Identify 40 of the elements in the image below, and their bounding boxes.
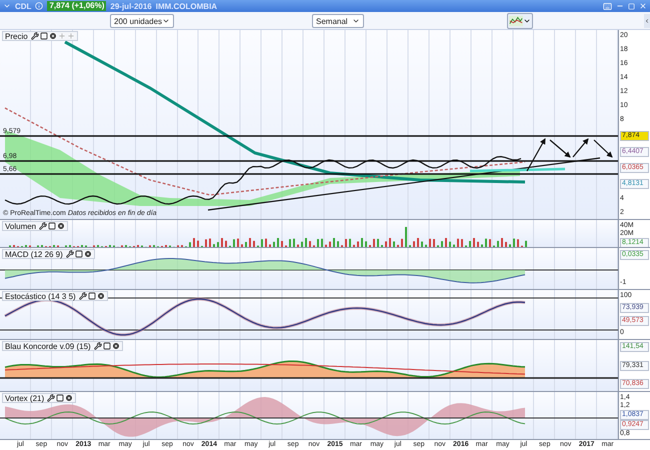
- symbol: CDL: [15, 2, 32, 10]
- close-icon[interactable]: [57, 222, 66, 230]
- close-icon[interactable]: [84, 250, 92, 258]
- window-icon[interactable]: [56, 394, 64, 402]
- collapse-tab[interactable]: [644, 14, 650, 28]
- window-icon[interactable]: [102, 342, 111, 350]
- wrench-icon[interactable]: [66, 250, 74, 258]
- panel-title: Volumen: [5, 222, 36, 230]
- chart-type-button[interactable]: [507, 13, 533, 29]
- wrench-icon[interactable]: [47, 394, 56, 402]
- window-icon[interactable]: [74, 250, 83, 258]
- chevron-left-icon: [644, 18, 650, 24]
- wrench-icon[interactable]: [78, 292, 87, 300]
- window-icon[interactable]: [88, 292, 96, 300]
- caret-icon: [523, 17, 531, 25]
- maximize-icon[interactable]: [628, 2, 635, 10]
- close-icon[interactable]: [48, 32, 57, 40]
- keyboard-icon[interactable]: [603, 2, 612, 10]
- panel-title: Precio: [5, 32, 28, 40]
- market-name: IMM.COLOMBIA: [156, 2, 218, 10]
- panel-title: Estocástico (14 3 5): [5, 292, 76, 300]
- chart-icon: [509, 15, 523, 27]
- wrench-icon[interactable]: [94, 342, 102, 350]
- wrench-icon[interactable]: [39, 222, 48, 230]
- caret-icon: [162, 17, 170, 25]
- panel-title: MACD (12 26 9): [5, 250, 63, 258]
- info-icon[interactable]: [35, 2, 44, 10]
- units-dropdown[interactable]: 200 unidades: [110, 14, 174, 28]
- period-dropdown[interactable]: Semanal: [312, 14, 364, 28]
- window-icon[interactable]: [48, 222, 56, 230]
- quote-date: 29-jul-2016: [110, 2, 152, 10]
- caret-icon: [352, 17, 360, 25]
- wrench-icon[interactable]: [30, 32, 39, 40]
- close-icon[interactable]: [96, 292, 105, 300]
- panel-title: Vortex (21): [5, 394, 44, 402]
- close-icon[interactable]: [112, 342, 120, 350]
- quote-badge: 7,874 (+1,06%): [47, 1, 106, 11]
- panel-title: Blau Koncorde v.09 (15): [5, 342, 91, 350]
- window-icon[interactable]: [40, 32, 48, 40]
- close-icon[interactable]: [65, 394, 74, 402]
